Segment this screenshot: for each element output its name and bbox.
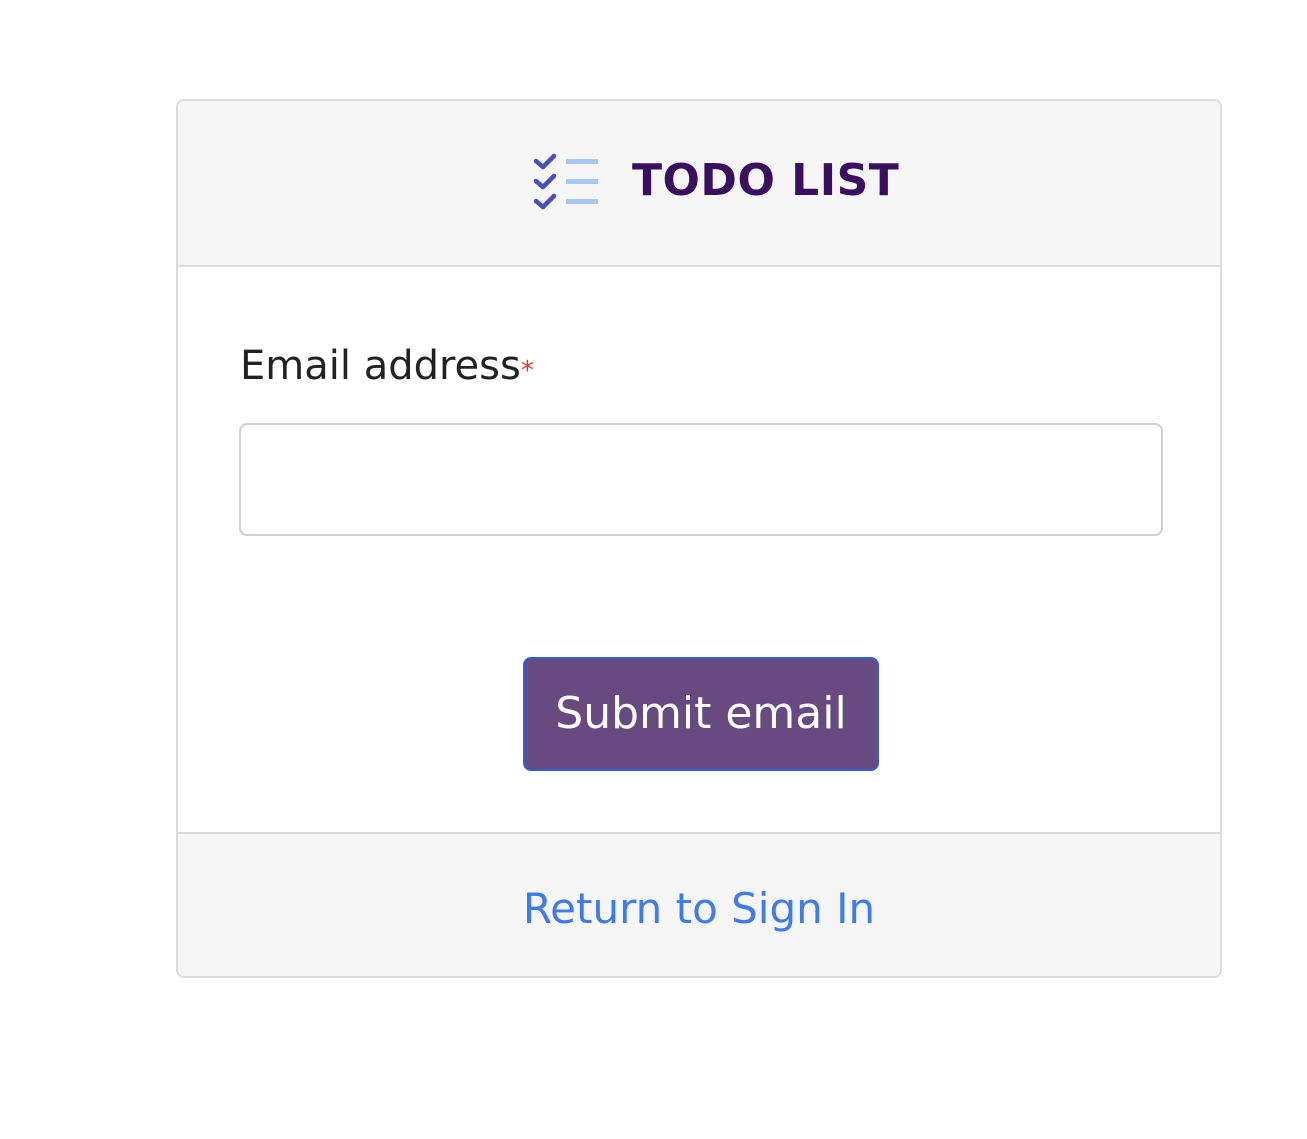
submit-email-button[interactable]: Submit email <box>523 657 879 771</box>
return-to-sign-in-link[interactable]: Return to Sign In <box>178 880 1220 938</box>
checklist-icon <box>533 153 598 210</box>
check-marks <box>533 153 557 210</box>
forgot-password-card: TODO LIST Email address* Submit email Re… <box>176 99 1222 978</box>
card-body: Email address* Submit email <box>178 267 1220 832</box>
email-input[interactable] <box>239 423 1163 536</box>
card-footer: Return to Sign In <box>178 832 1220 976</box>
card-header: TODO LIST <box>178 101 1220 267</box>
list-lines <box>566 159 598 204</box>
email-label: Email address* <box>240 339 534 398</box>
required-marker: * <box>520 356 534 386</box>
app-title: TODO LIST <box>632 155 900 206</box>
email-label-text: Email address <box>240 343 521 389</box>
